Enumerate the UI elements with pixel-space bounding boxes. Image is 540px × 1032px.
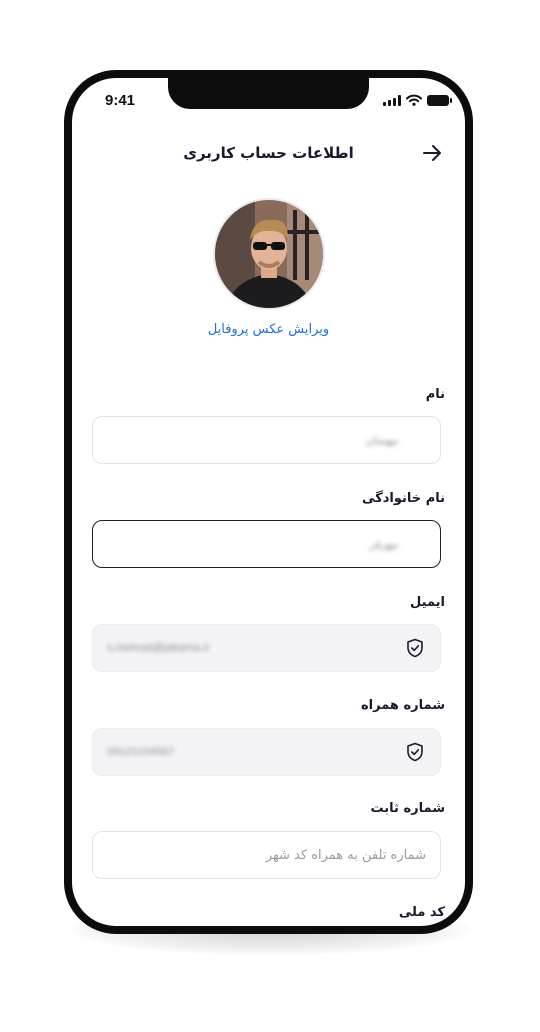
email-label: ایمیل xyxy=(410,595,445,610)
landline-field[interactable]: شماره تلفن به همراه کد شهر xyxy=(92,831,441,879)
first-name-label: نام xyxy=(425,387,445,402)
battery-icon xyxy=(427,94,452,106)
status-icons xyxy=(383,94,452,106)
landline-label: شماره ثابت xyxy=(370,801,445,816)
avatar[interactable] xyxy=(215,200,323,308)
stage: 9:41 اطلاعات حساب کاربری ویرایش عکس پروف… xyxy=(0,0,540,1032)
mobile-value: 09121234567 xyxy=(107,746,175,758)
email-value: s.mehrad@jabama.ir xyxy=(107,642,210,654)
last-name-label: نام خانوادگی xyxy=(362,491,445,506)
phone-frame: 9:41 اطلاعات حساب کاربری ویرایش عکس پروف… xyxy=(64,70,473,934)
phone-screen: 9:41 اطلاعات حساب کاربری ویرایش عکس پروف… xyxy=(72,78,465,926)
signal-icon xyxy=(383,94,401,106)
wifi-icon xyxy=(406,94,422,106)
mobile-field[interactable]: 09121234567 xyxy=(92,728,441,776)
phone-notch xyxy=(168,78,369,109)
email-field[interactable]: s.mehrad@jabama.ir xyxy=(92,624,441,672)
last-name-value: مهرفر xyxy=(369,538,398,551)
edit-profile-photo-link[interactable]: ویرایش عکس پروفایل xyxy=(72,322,465,337)
national-id-label: کد ملی xyxy=(398,905,445,920)
shield-check-icon xyxy=(407,742,423,762)
page-title: اطلاعات حساب کاربری xyxy=(183,144,354,162)
shield-check-icon xyxy=(407,638,423,658)
status-time: 9:41 xyxy=(105,92,136,109)
last-name-field[interactable]: مهرفر xyxy=(92,520,441,568)
landline-placeholder: شماره تلفن به همراه کد شهر xyxy=(265,847,426,863)
first-name-field[interactable]: مهسان xyxy=(92,416,441,464)
avatar-photo xyxy=(215,200,323,308)
mobile-label: شماره همراه xyxy=(360,698,445,713)
first-name-value: مهسان xyxy=(365,434,398,447)
arrow-right-icon[interactable] xyxy=(421,142,443,164)
